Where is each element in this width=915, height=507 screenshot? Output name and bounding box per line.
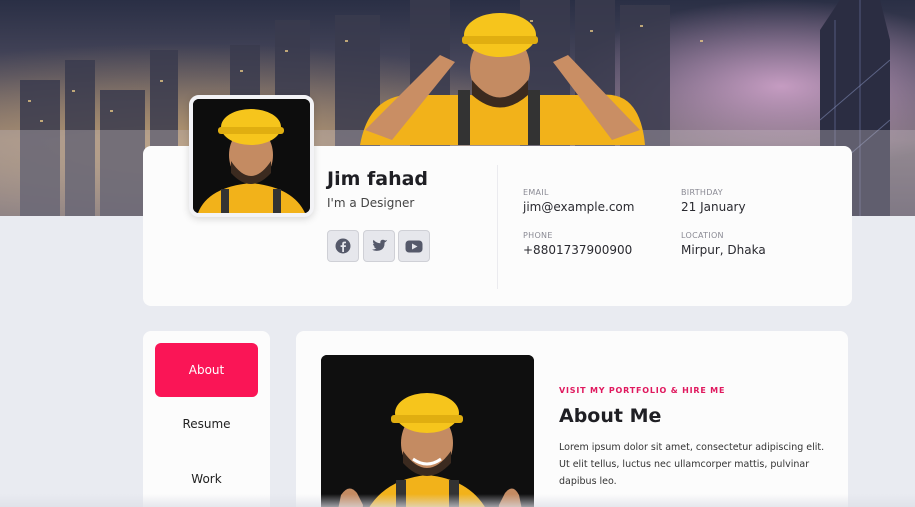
email-label: EMAIL [523,188,549,197]
nav-item-about[interactable]: About [155,343,258,397]
phone-label: PHONE [523,231,553,240]
birthday-label: BIRTHDAY [681,188,723,197]
about-photo [321,355,534,507]
facebook-button[interactable] [327,230,359,262]
twitter-icon [371,239,388,251]
profile-avatar [189,95,314,217]
about-title: About Me [559,405,662,427]
email-value: jim@example.com [523,200,635,214]
profile-name: Jim fahad [327,168,429,190]
about-description: Lorem ipsum dolor sit amet, consectetur … [559,442,825,487]
youtube-button[interactable] [398,230,430,262]
birthday-value: 21 January [681,200,746,214]
facebook-icon [335,238,351,254]
profile-divider [497,165,498,289]
bottom-fade [0,494,915,507]
youtube-icon [405,240,423,252]
location-label: LOCATION [681,231,724,240]
profile-role: I'm a Designer [327,196,415,210]
location-value: Mirpur, Dhaka [681,243,766,257]
phone-value: +8801737900900 [523,243,633,257]
nav-item-resume[interactable]: Resume [155,397,258,451]
about-kicker: VISIT MY PORTFOLIO & HIRE ME [559,386,726,395]
twitter-button[interactable] [363,230,395,262]
